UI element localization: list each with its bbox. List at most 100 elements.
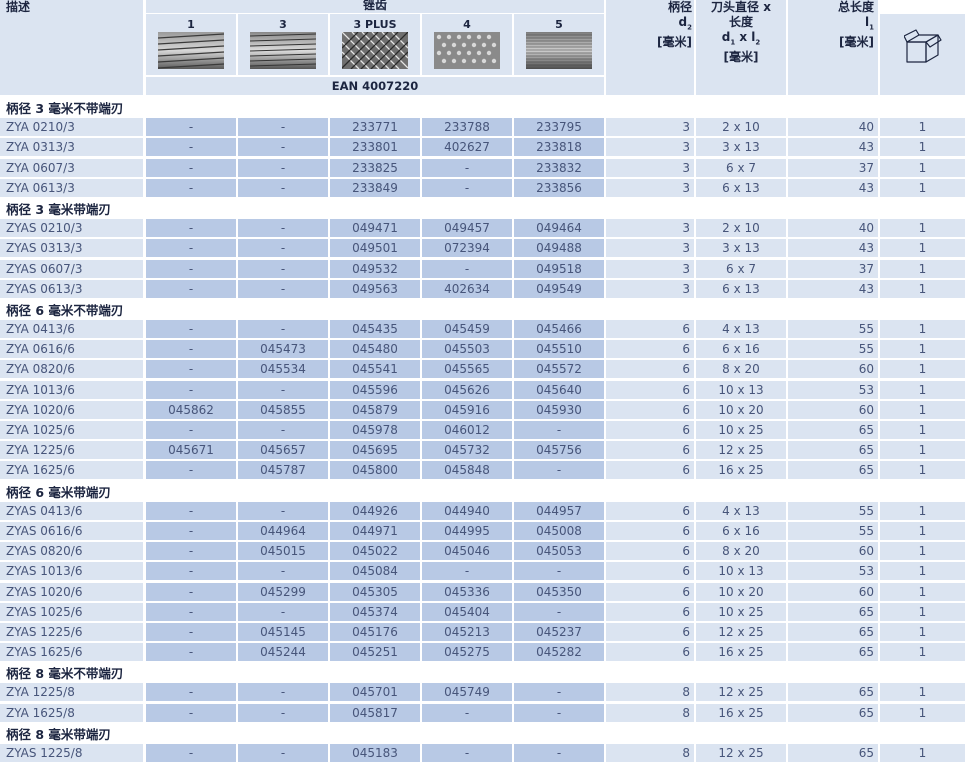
cell-shank: 6	[606, 380, 694, 399]
cell-g5: -	[514, 703, 604, 722]
cell-len: 65	[788, 643, 878, 662]
cell-pack: 1	[880, 461, 965, 480]
cell-pack: 1	[880, 703, 965, 722]
cell-g1: -	[146, 239, 236, 258]
section-header-row: 柄径 6 毫米带端刃	[0, 481, 965, 501]
cell-len: 65	[788, 421, 878, 439]
cell-g5: 045008	[514, 521, 604, 540]
cell-len: 37	[788, 158, 878, 177]
cell-g3: 233825	[330, 158, 420, 177]
cell-shank: 6	[606, 320, 694, 339]
table-row: ZYAS 0613/3- -049563 402634 049549 3 6 x 13 43…	[0, 279, 965, 299]
cut-pattern-5-image	[526, 32, 592, 69]
cell-g5: -	[514, 421, 604, 439]
cell-desc: ZYA 1625/6	[0, 461, 143, 480]
cell-g2: -	[238, 703, 328, 722]
cell-dim: 12 x 25	[696, 441, 786, 460]
cell-shank: 3	[606, 239, 694, 258]
cell-g1: -	[146, 461, 236, 480]
cell-dim: 10 x 20	[696, 400, 786, 419]
cell-g2: 045657	[238, 441, 328, 460]
cell-len: 65	[788, 602, 878, 621]
grade-1-label: 1	[187, 18, 195, 31]
table-row: ZYA 1625/8- -045817- -8 16 x 25 65 1	[0, 703, 965, 723]
section-title: 柄径 8 毫米带端刃	[6, 726, 111, 742]
cell-g4: 072394	[422, 239, 512, 258]
cell-dim: 6 x 7	[696, 259, 786, 278]
cell-g2: -	[238, 683, 328, 702]
cell-g3: 045251	[330, 643, 420, 662]
cell-desc: ZYAS 0607/3	[0, 259, 143, 278]
cell-g1: -	[146, 421, 236, 439]
cell-g5: 045053	[514, 542, 604, 561]
cell-dim: 8 x 20	[696, 360, 786, 379]
cell-g3: 049532	[330, 259, 420, 278]
cell-g4: 044995	[422, 521, 512, 540]
grade-4-header: 4	[422, 14, 512, 75]
cell-desc: ZYAS 1625/6	[0, 643, 143, 662]
cell-g4: 045503	[422, 340, 512, 359]
grade-3-header: 3	[238, 14, 328, 75]
table-row: ZYA 1025/6- -045978 046012-6 10 x 25 65 1	[0, 420, 965, 440]
cell-g4: 045732	[422, 441, 512, 460]
cell-shank: 3	[606, 138, 694, 157]
cell-g1: -	[146, 138, 236, 157]
cell-desc: ZYAS 0413/6	[0, 501, 143, 520]
cell-len: 65	[788, 461, 878, 480]
cell-g5: 045350	[514, 582, 604, 601]
cell-g2: 045244	[238, 643, 328, 662]
cell-g4: 045459	[422, 320, 512, 339]
cell-shank: 6	[606, 360, 694, 379]
cell-dim: 2 x 10	[696, 118, 786, 137]
cell-g1: -	[146, 340, 236, 359]
table-row: ZYA 0210/3- -233771 233788 233795 3 2 x 10 40 1	[0, 117, 965, 137]
cell-g4: 045336	[422, 582, 512, 601]
cell-g1: -	[146, 542, 236, 561]
cell-g3: 045480	[330, 340, 420, 359]
cell-len: 37	[788, 259, 878, 278]
cell-len: 60	[788, 360, 878, 379]
cell-pack: 1	[880, 320, 965, 339]
cell-g5: -	[514, 461, 604, 480]
cell-len: 43	[788, 178, 878, 197]
cell-g1: 045671	[146, 441, 236, 460]
table-header: 描述 锉齿 1 3 3 PLUS 4 5 EAN 4007220 柄径 d2 […	[0, 0, 965, 95]
section-header-row: 柄径 8 毫米带端刃	[0, 723, 965, 743]
section-header-row: 柄径 8 毫米不带端刃	[0, 662, 965, 682]
table-row: ZYA 0607/3- -233825-233832 3 6 x 7 37 1	[0, 158, 965, 178]
cell-g2: -	[238, 138, 328, 157]
cell-g2: -	[238, 320, 328, 339]
cell-dim: 16 x 25	[696, 643, 786, 662]
cell-g5: 045510	[514, 340, 604, 359]
cell-g2: 045473	[238, 340, 328, 359]
cell-dim: 10 x 25	[696, 421, 786, 439]
cell-g3: 233849	[330, 178, 420, 197]
cell-shank: 3	[606, 219, 694, 238]
cell-g1: -	[146, 703, 236, 722]
cell-g3: 044926	[330, 501, 420, 520]
cell-pack: 1	[880, 138, 965, 157]
cell-desc: ZYAS 0616/6	[0, 521, 143, 540]
cell-len: 55	[788, 340, 878, 359]
dim-sub-1: 1	[730, 38, 736, 47]
section-title: 柄径 3 毫米不带端刃	[6, 101, 124, 116]
cell-g4: 045848	[422, 461, 512, 480]
cell-shank: 6	[606, 501, 694, 520]
cell-g5: 049464	[514, 219, 604, 238]
cell-g1: -	[146, 562, 236, 581]
cell-desc: ZYAS 1025/6	[0, 602, 143, 621]
cell-g3: 045084	[330, 562, 420, 581]
cell-g4: -	[422, 562, 512, 581]
cell-g5: 049518	[514, 259, 604, 278]
cell-shank: 6	[606, 542, 694, 561]
grade-5-label: 5	[555, 18, 563, 31]
grade-3plus-header: 3 PLUS	[330, 14, 420, 75]
cell-g3: 045305	[330, 582, 420, 601]
cell-dim: 10 x 25	[696, 602, 786, 621]
cell-g4: 045275	[422, 643, 512, 662]
cell-g2: -	[238, 380, 328, 399]
cell-pack: 1	[880, 158, 965, 177]
len-header: 总长度 l1 [毫米]	[788, 0, 874, 50]
cell-pack: 1	[880, 259, 965, 278]
cell-pack: 1	[880, 118, 965, 137]
